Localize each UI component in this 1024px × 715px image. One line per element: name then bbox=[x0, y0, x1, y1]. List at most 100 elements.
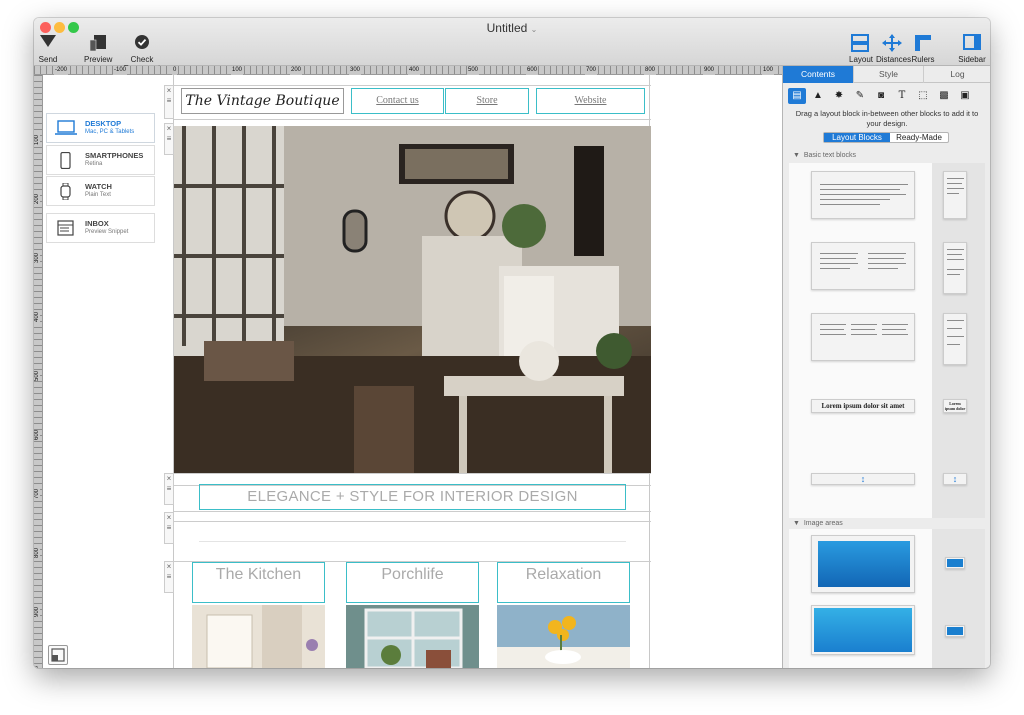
text-block-one-column-mobile[interactable] bbox=[943, 171, 967, 219]
block-type-toolbar: ▤ ▲ ✸ ✎ ◙ T ⬚ ▩ ▣ bbox=[788, 88, 986, 104]
ruler-tick-label: 900 bbox=[34, 607, 40, 618]
image-area-block-mobile[interactable] bbox=[945, 557, 965, 569]
text-icon: T bbox=[898, 90, 906, 101]
send-button[interactable]: Send bbox=[37, 34, 59, 64]
category-porchlife[interactable]: Porchlife bbox=[346, 562, 479, 603]
device-inbox[interactable]: INBOX Preview Snippet bbox=[46, 213, 155, 243]
design-canvas[interactable]: DESKTOP Mac, PC & Tablets SMARTPHONES Re… bbox=[43, 75, 782, 668]
block-controls-divider[interactable]: × ≡ bbox=[164, 512, 174, 544]
rulers-label: Rulers bbox=[911, 55, 935, 64]
camera-icon: ◙ bbox=[877, 90, 885, 101]
text-block-two-columns-mobile[interactable] bbox=[943, 242, 967, 294]
tagline-text[interactable]: ELEGANCE + STYLE FOR INTERIOR DESIGN bbox=[199, 484, 626, 510]
ruler-tick-label: 300 bbox=[349, 66, 362, 75]
heading-block[interactable]: Lorem ipsum dolor sit amet bbox=[811, 399, 915, 413]
vertical-ruler[interactable]: 100 200 300 400 500 600 700 800 900 100 bbox=[34, 75, 43, 668]
rulers-button[interactable]: Rulers bbox=[911, 34, 935, 64]
spacer-block[interactable]: ↕ bbox=[811, 473, 915, 485]
porchlife-image[interactable] bbox=[346, 605, 479, 668]
device-inbox-sub: Preview Snippet bbox=[85, 229, 129, 235]
block-controls-nav[interactable]: × ≡ bbox=[164, 85, 174, 119]
shapes-tool[interactable]: ▲ bbox=[809, 88, 827, 104]
text-block-three-columns-mobile[interactable] bbox=[943, 313, 967, 365]
image-tool[interactable]: ▣ bbox=[956, 88, 974, 104]
title-bar: Untitled ⌄ Send Preview Check Document L… bbox=[34, 18, 990, 73]
devices-icon bbox=[84, 34, 112, 52]
ruler-tick-label: 100 bbox=[34, 666, 40, 668]
group-basic-text-blocks[interactable]: ▼ Basic text blocks bbox=[789, 150, 985, 161]
group-image-areas[interactable]: ▼ Image areas bbox=[789, 518, 985, 529]
blocks-list[interactable]: Lorem ipsum dolor sit amet Lorem ipsum d… bbox=[789, 163, 985, 668]
window-title: Untitled ⌄ bbox=[486, 21, 538, 35]
pattern-tool[interactable]: ▩ bbox=[935, 88, 953, 104]
ruler-tick-label: 600 bbox=[526, 66, 539, 75]
device-desktop-sub: Mac, PC & Tablets bbox=[85, 129, 135, 135]
tab-log[interactable]: Log bbox=[923, 66, 990, 83]
device-desktop-name: DESKTOP bbox=[85, 119, 122, 128]
kitchen-image[interactable] bbox=[192, 605, 325, 668]
text-block-one-column[interactable] bbox=[811, 171, 915, 219]
text-tool[interactable]: T bbox=[893, 88, 911, 104]
dashed-box-icon: ⬚ bbox=[918, 90, 928, 101]
watch-icon bbox=[55, 182, 75, 201]
nav-website-link[interactable]: Website bbox=[536, 88, 645, 114]
ruler-tick-label: 100 bbox=[231, 66, 244, 75]
device-desktop[interactable]: DESKTOP Mac, PC & Tablets bbox=[46, 113, 155, 143]
nav-contact-link[interactable]: Contact us bbox=[351, 88, 444, 114]
distances-button[interactable]: Distances bbox=[876, 34, 912, 64]
preview-button[interactable]: Preview bbox=[84, 34, 112, 64]
collapse-panel-icon bbox=[51, 648, 65, 662]
ruler-tick-label: 500 bbox=[467, 66, 480, 75]
block-controls-tagline[interactable]: × ≡ bbox=[164, 473, 174, 505]
relaxation-image[interactable] bbox=[497, 605, 630, 668]
collapse-panel-button[interactable] bbox=[48, 645, 68, 665]
heading-block-mobile[interactable]: Lorem ipsum dolor sit amet bbox=[943, 399, 967, 413]
distances-label: Distances bbox=[876, 55, 912, 64]
selection-tool[interactable]: ⬚ bbox=[914, 88, 932, 104]
heading-block-mobile-sample: Lorem ipsum dolor sit amet bbox=[944, 401, 966, 412]
layout-button[interactable]: Layout bbox=[849, 34, 873, 64]
pen-tool[interactable]: ✎ bbox=[851, 88, 869, 104]
layout-icon bbox=[849, 34, 871, 52]
sidebar-button[interactable]: Sidebar bbox=[958, 34, 986, 64]
spacer-block-mobile[interactable]: ↕ bbox=[943, 473, 967, 485]
horizontal-ruler[interactable]: -200 -100 0 100 200 300 400 500 600 700 800 900 100 bbox=[34, 66, 782, 75]
category-kitchen[interactable]: The Kitchen bbox=[192, 562, 325, 603]
block-controls-categories[interactable]: × ≡ bbox=[164, 561, 174, 593]
heading-block-sample: Lorem ipsum dolor sit amet bbox=[821, 402, 905, 410]
laptop-icon bbox=[55, 120, 77, 137]
text-block-three-columns[interactable] bbox=[811, 313, 915, 361]
camera-tool[interactable]: ◙ bbox=[872, 88, 890, 104]
image-area-full-block[interactable] bbox=[811, 605, 915, 655]
badge-tool[interactable]: ✸ bbox=[830, 88, 848, 104]
image-area-full-block-mobile[interactable] bbox=[945, 625, 965, 637]
text-block-two-columns[interactable] bbox=[811, 242, 915, 290]
block-divider bbox=[174, 85, 651, 86]
layout-blocks-tool[interactable]: ▤ bbox=[788, 88, 806, 104]
segment-ready-made[interactable]: Ready-Made bbox=[890, 133, 948, 142]
block-controls-hero[interactable]: × ≡ bbox=[164, 123, 174, 155]
image-area-block[interactable] bbox=[811, 535, 915, 593]
resize-vertical-icon: ↕ bbox=[860, 474, 866, 484]
layout-block-icon: ▤ bbox=[792, 90, 802, 101]
preview-label: Preview bbox=[84, 55, 113, 64]
segment-layout-blocks[interactable]: Layout Blocks bbox=[824, 133, 890, 142]
tab-contents[interactable]: Contents bbox=[783, 66, 853, 83]
send-icon bbox=[37, 34, 59, 52]
email-document[interactable]: × ≡ × ≡ × ≡ × ≡ × ≡ The Vintage Boutique Cont… bbox=[164, 75, 651, 668]
ruler-tick-label: 600 bbox=[34, 430, 40, 441]
block-source-segmented[interactable]: Layout Blocks Ready-Made bbox=[823, 132, 949, 143]
sidebar-label: Sidebar bbox=[958, 55, 986, 64]
device-smartphones-sub: Retina bbox=[85, 161, 103, 167]
category-relaxation[interactable]: Relaxation bbox=[497, 562, 630, 603]
device-watch[interactable]: WATCH Plain Text bbox=[46, 176, 155, 206]
checker-icon: ▩ bbox=[939, 90, 949, 101]
brand-logo[interactable]: The Vintage Boutique bbox=[181, 88, 344, 114]
kitchen-photo bbox=[192, 605, 325, 668]
tab-style[interactable]: Style bbox=[853, 66, 923, 83]
device-smartphones[interactable]: SMARTPHONES Retina bbox=[46, 145, 155, 175]
hero-image[interactable] bbox=[174, 126, 651, 473]
nav-store-link[interactable]: Store bbox=[445, 88, 529, 114]
ruler-tick-label: 800 bbox=[34, 548, 40, 559]
sidebar-panel: Contents Style Log ▤ ▲ ✸ ✎ ◙ T ⬚ ▩ ▣ Dra… bbox=[782, 66, 990, 668]
